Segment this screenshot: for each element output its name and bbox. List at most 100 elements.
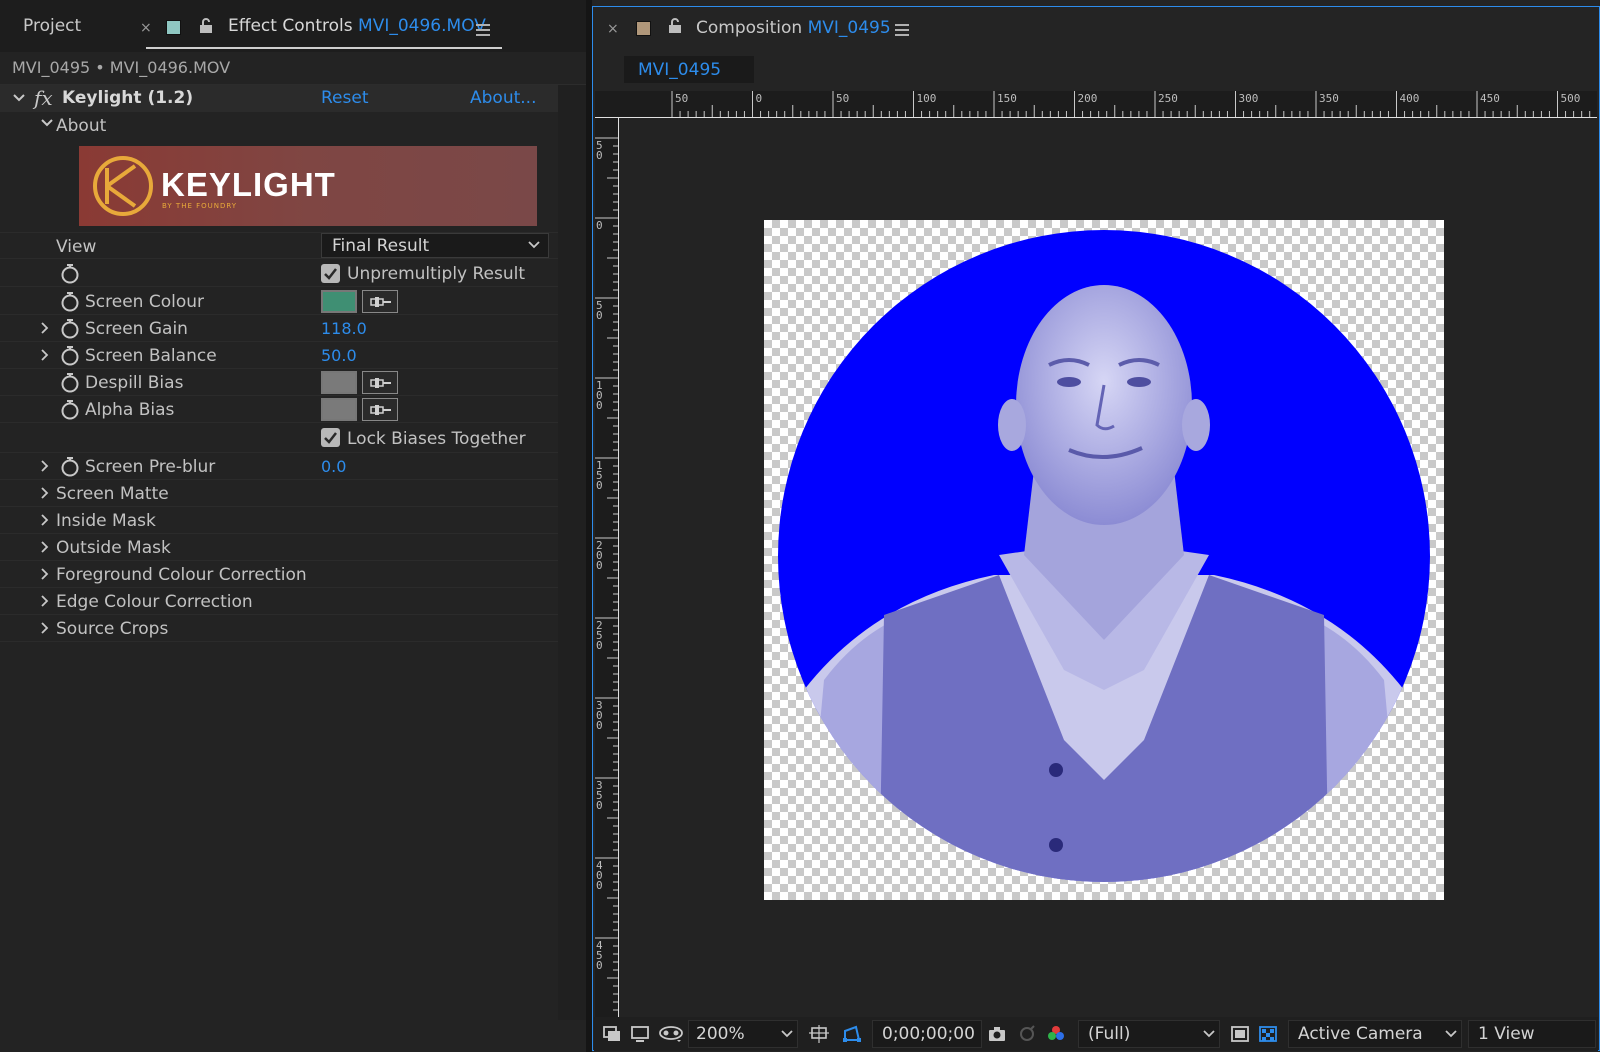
chevron-right-icon[interactable] bbox=[41, 540, 49, 554]
chevron-down-icon bbox=[1203, 1030, 1215, 1038]
transparency-grid-icon[interactable] bbox=[1258, 1025, 1278, 1043]
mask-visibility-icon[interactable] bbox=[658, 1025, 684, 1043]
lock-icon[interactable] bbox=[668, 18, 682, 34]
despill-bias-swatch[interactable] bbox=[321, 371, 357, 394]
screen-gain-value[interactable]: 118.0 bbox=[321, 319, 367, 338]
view-layout-value: 1 View bbox=[1478, 1024, 1535, 1044]
left-tab-bar: Project × Effect Controls MVI_0496.MOV bbox=[0, 0, 586, 52]
tab-effect-controls-label: Effect Controls bbox=[228, 16, 353, 36]
timecode-field[interactable]: 0;00;00;00 bbox=[872, 1020, 982, 1048]
effect-controls-layer-path: MVI_0495 • MVI_0496.MOV bbox=[12, 58, 231, 77]
chevron-down-icon[interactable] bbox=[40, 116, 54, 130]
chevron-down-icon[interactable] bbox=[12, 91, 26, 105]
stopwatch-icon[interactable] bbox=[60, 318, 80, 339]
view-dropdown[interactable]: Final Result bbox=[321, 233, 549, 258]
screen-balance-value[interactable]: 50.0 bbox=[321, 346, 357, 365]
lock-biases-label: Lock Biases Together bbox=[347, 429, 526, 449]
about-link[interactable]: About... bbox=[470, 88, 536, 108]
color-channels-icon[interactable] bbox=[1046, 1025, 1066, 1043]
chevron-right-icon[interactable] bbox=[41, 486, 49, 500]
unpremultiply-checkbox[interactable] bbox=[321, 264, 340, 283]
grid-guides-icon[interactable] bbox=[809, 1025, 829, 1043]
preview-toggle-icon[interactable] bbox=[602, 1025, 622, 1043]
mask-path-icon[interactable] bbox=[842, 1025, 862, 1043]
camera-icon[interactable] bbox=[987, 1025, 1007, 1043]
ruler-tick-label: 500 bbox=[1560, 92, 1581, 105]
screen-preblur-value[interactable]: 0.0 bbox=[321, 457, 346, 476]
ruler-tick-label: 200 bbox=[1077, 92, 1098, 105]
group-edge-colour-correction[interactable]: Edge Colour Correction bbox=[0, 588, 558, 615]
show-snapshot-icon[interactable] bbox=[1017, 1025, 1037, 1043]
group-label: Outside Mask bbox=[56, 538, 171, 558]
screen-balance-label: Screen Balance bbox=[85, 346, 217, 366]
current-time: 0;00;00;00 bbox=[882, 1024, 975, 1044]
eyedropper-button[interactable] bbox=[362, 371, 398, 394]
view-layout-dropdown[interactable]: 1 View bbox=[1468, 1020, 1596, 1048]
lock-icon[interactable] bbox=[199, 18, 213, 34]
resolution-dropdown[interactable]: (Full) bbox=[1078, 1020, 1220, 1048]
composition-frame[interactable] bbox=[764, 220, 1444, 900]
ruler-vertical[interactable]: 50 0 50 100 150 200 250 300 350 400 450 bbox=[595, 118, 619, 1020]
tab-composition[interactable]: Composition MVI_0495 bbox=[696, 18, 891, 38]
about-section-row[interactable]: About bbox=[0, 112, 558, 139]
close-tab-icon[interactable]: × bbox=[140, 20, 152, 36]
screen-gain-label: Screen Gain bbox=[85, 319, 188, 339]
ruler-tick-label: 150 bbox=[596, 459, 603, 492]
tab-project[interactable]: Project bbox=[23, 16, 81, 36]
group-screen-matte[interactable]: Screen Matte bbox=[0, 480, 558, 507]
composition-subtab[interactable]: MVI_0495 bbox=[624, 56, 754, 83]
stopwatch-icon[interactable] bbox=[60, 399, 80, 420]
group-source-crops[interactable]: Source Crops bbox=[0, 615, 558, 642]
ruler-tick-label: 50 bbox=[596, 299, 603, 322]
lock-biases-checkbox[interactable] bbox=[321, 428, 340, 447]
chevron-right-icon[interactable] bbox=[41, 567, 49, 581]
screen-colour-swatch[interactable] bbox=[321, 290, 357, 313]
group-foreground-colour-correction[interactable]: Foreground Colour Correction bbox=[0, 561, 558, 588]
chevron-right-icon[interactable] bbox=[41, 348, 49, 362]
eyedropper-button[interactable] bbox=[362, 290, 398, 313]
eyedropper-icon bbox=[370, 378, 391, 388]
despill-bias-label: Despill Bias bbox=[85, 373, 184, 393]
ruler-tick-label: 250 bbox=[596, 619, 603, 652]
stopwatch-icon[interactable] bbox=[60, 263, 80, 284]
ruler-tick-label: 0 bbox=[596, 219, 603, 232]
chevron-right-icon[interactable] bbox=[41, 594, 49, 608]
chevron-right-icon[interactable] bbox=[41, 621, 49, 635]
composition-title-label: Composition bbox=[696, 18, 803, 38]
monitor-icon[interactable] bbox=[630, 1025, 650, 1043]
ruler-tick-label: 100 bbox=[596, 379, 603, 412]
alpha-bias-swatch[interactable] bbox=[321, 398, 357, 421]
magnification-dropdown[interactable]: 200% bbox=[688, 1020, 798, 1048]
camera-view-dropdown[interactable]: Active Camera bbox=[1288, 1020, 1462, 1048]
eyedropper-button[interactable] bbox=[362, 398, 398, 421]
panel-menu-icon[interactable] bbox=[476, 24, 490, 36]
param-screen-colour-row: Screen Colour bbox=[0, 288, 558, 315]
fx-icon[interactable]: fx bbox=[34, 86, 53, 110]
scrollbar[interactable] bbox=[558, 85, 586, 1020]
param-screen-preblur-row: Screen Pre-blur 0.0 bbox=[0, 453, 558, 480]
param-lock-biases-row: Lock Biases Together bbox=[0, 423, 558, 453]
ruler-tick-label: 100 bbox=[916, 92, 937, 105]
group-inside-mask[interactable]: Inside Mask bbox=[0, 507, 558, 534]
group-outside-mask[interactable]: Outside Mask bbox=[0, 534, 558, 561]
magnification-value: 200% bbox=[696, 1024, 745, 1044]
chevron-down-icon bbox=[1445, 1030, 1457, 1038]
stopwatch-icon[interactable] bbox=[60, 291, 80, 312]
stopwatch-icon[interactable] bbox=[60, 345, 80, 366]
effect-keylight-row[interactable]: fx Keylight (1.2) Reset About... bbox=[0, 85, 558, 112]
panel-menu-icon[interactable] bbox=[895, 24, 909, 36]
reset-link[interactable]: Reset bbox=[321, 88, 369, 108]
chevron-right-icon[interactable] bbox=[41, 459, 49, 473]
param-despill-bias-row: Despill Bias bbox=[0, 369, 558, 396]
keyed-portrait-image bbox=[778, 230, 1430, 882]
ruler-horizontal[interactable]: 50 0 50 100 150 200 250 300 350 400 450 500 bbox=[595, 91, 1597, 118]
chevron-right-icon[interactable] bbox=[41, 321, 49, 335]
close-tab-icon[interactable]: × bbox=[607, 21, 619, 37]
stopwatch-icon[interactable] bbox=[60, 372, 80, 393]
chevron-right-icon[interactable] bbox=[41, 513, 49, 527]
stopwatch-icon[interactable] bbox=[60, 456, 80, 477]
tab-effect-controls[interactable]: Effect Controls MVI_0496.MOV bbox=[228, 16, 486, 36]
camera-view-value: Active Camera bbox=[1298, 1024, 1423, 1044]
keylight-logo-text: KEYLIGHT bbox=[161, 166, 336, 203]
region-of-interest-icon[interactable] bbox=[1230, 1025, 1250, 1043]
